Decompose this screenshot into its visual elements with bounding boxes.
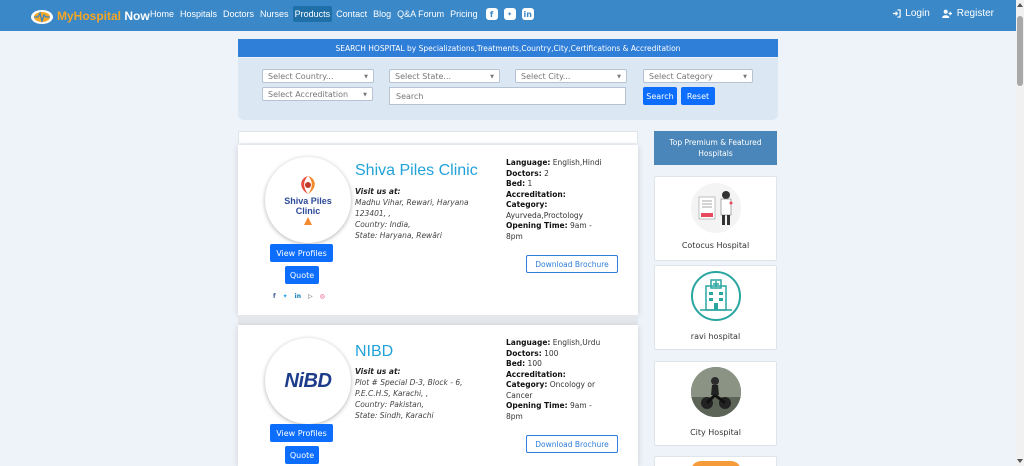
twitter-icon[interactable]: ✦ bbox=[283, 293, 288, 300]
card-separator bbox=[238, 315, 638, 325]
country-text: Country: India, bbox=[355, 220, 411, 229]
hospital-card: NiBD View Profiles Quote NIBD Visit us a… bbox=[238, 325, 638, 466]
featured-hospital-name: Cotocus Hospital bbox=[681, 241, 750, 250]
scroll-down-icon[interactable] bbox=[1017, 459, 1023, 463]
youtube-icon[interactable]: ▷ bbox=[308, 293, 313, 300]
register-label: Register bbox=[956, 8, 994, 19]
brand-name: MyHospital Now bbox=[57, 8, 150, 23]
address-text: Plot # Special D-3, Block - 6, P.E.C.H.S… bbox=[355, 378, 463, 398]
nav-links: Home Hospitals Doctors Nurses Products C… bbox=[148, 6, 540, 22]
hospital-social-links: f ✦ in ▷ ◎ bbox=[273, 293, 332, 300]
featured-hospital-card[interactable]: City Hospital bbox=[654, 361, 777, 446]
state-text: State: Haryana, Rewāri bbox=[355, 231, 442, 240]
select-city[interactable]: Select City... ▼ bbox=[515, 69, 627, 83]
hospital-address: Visit us at: Plot # Special D-3, Block -… bbox=[355, 366, 473, 421]
instagram-icon[interactable]: ◎ bbox=[320, 293, 325, 300]
featured-hospital-image bbox=[691, 461, 741, 466]
chevron-down-icon: ▼ bbox=[364, 74, 368, 80]
search-placeholder: Search bbox=[396, 91, 424, 101]
chevron-down-icon: ▼ bbox=[617, 74, 621, 80]
featured-hospital-card[interactable]: Cotocus Hospital bbox=[654, 176, 777, 261]
list-top-strip bbox=[238, 131, 638, 143]
twitter-icon[interactable]: ✦ bbox=[503, 8, 516, 20]
linkedin-icon[interactable]: in bbox=[521, 8, 534, 20]
hospital-building-icon bbox=[691, 271, 741, 321]
hospital-facts: Language: English,Hindi Doctors: 2 Bed: … bbox=[506, 158, 602, 241]
nav-nurses[interactable]: Nurses bbox=[258, 6, 291, 22]
logo-text-line1: Shiva Piles bbox=[284, 196, 332, 206]
shiva-logo-icon bbox=[301, 176, 315, 194]
select-state-label: Select State... bbox=[395, 71, 452, 81]
facebook-icon[interactable]: f bbox=[485, 8, 498, 20]
country-text: Country: Pakistan, bbox=[355, 400, 424, 409]
select-country-label: Select Country... bbox=[268, 71, 334, 81]
brand-logo[interactable]: MyHospital Now bbox=[30, 4, 150, 27]
nav-pricing[interactable]: Pricing bbox=[448, 6, 480, 22]
user-plus-icon bbox=[941, 9, 952, 18]
nav-doctors[interactable]: Doctors bbox=[221, 6, 256, 22]
hospital-logo[interactable]: Shiva Piles Clinic bbox=[265, 157, 351, 243]
featured-hospital-name: ravi hospital bbox=[690, 332, 741, 341]
nav-auth: Login Register bbox=[880, 8, 994, 19]
search-button[interactable]: Search bbox=[643, 87, 677, 105]
chevron-down-icon: ▼ bbox=[743, 74, 747, 80]
leaf-icon bbox=[304, 217, 312, 225]
select-category-label: Select Category bbox=[649, 71, 713, 81]
hospital-card: Shiva Piles Clinic View Profiles Quote f… bbox=[238, 145, 638, 315]
hospital-logo[interactable]: NiBD bbox=[265, 338, 351, 424]
chevron-down-icon: ▼ bbox=[363, 92, 367, 98]
featured-hospitals-title: Top Premium & Featured Hospitals bbox=[654, 131, 777, 165]
nav-social: f ✦ in bbox=[485, 8, 540, 20]
chevron-down-icon: ▼ bbox=[490, 74, 494, 80]
featured-hospital-card[interactable] bbox=[654, 456, 777, 466]
featured-hospital-name: City Hospital bbox=[690, 428, 741, 437]
nav-home[interactable]: Home bbox=[148, 6, 176, 22]
select-state[interactable]: Select State... ▼ bbox=[389, 69, 500, 83]
quote-button[interactable]: Quote bbox=[285, 266, 319, 284]
login-icon bbox=[893, 9, 901, 18]
select-accreditation[interactable]: Select Accreditation ▼ bbox=[262, 87, 373, 101]
view-profiles-button[interactable]: View Profiles bbox=[270, 244, 333, 262]
hospital-name-link[interactable]: Shiva Piles Clinic bbox=[355, 162, 478, 180]
select-category[interactable]: Select Category ▼ bbox=[643, 69, 753, 83]
logo-text-line2: Clinic bbox=[295, 206, 321, 216]
visit-label: Visit us at: bbox=[355, 187, 401, 196]
state-text: State: Sindh, Karachi bbox=[355, 411, 434, 420]
nav-products[interactable]: Products bbox=[292, 6, 333, 22]
scrollbar-thumb[interactable] bbox=[1017, 16, 1023, 86]
view-profiles-button[interactable]: View Profiles bbox=[270, 424, 333, 442]
nav-blog[interactable]: Blog bbox=[371, 6, 393, 22]
nav-hospitals[interactable]: Hospitals bbox=[178, 6, 219, 22]
search-header: SEARCH HOSPITAL by Specializations,Treat… bbox=[238, 39, 778, 57]
search-input[interactable]: Search bbox=[389, 87, 626, 105]
hospital-name-link[interactable]: NIBD bbox=[355, 343, 393, 361]
nav-qa-forum[interactable]: Q&A Forum bbox=[395, 6, 446, 22]
select-country[interactable]: Select Country... ▼ bbox=[262, 69, 374, 83]
scroll-up-icon[interactable] bbox=[1017, 3, 1023, 7]
hospital-facts: Language: English,Urdu Doctors: 100 Bed:… bbox=[506, 338, 601, 421]
download-brochure-button[interactable]: Download Brochure bbox=[526, 255, 618, 273]
reset-button[interactable]: Reset bbox=[681, 87, 715, 105]
hospital-address: Visit us at: Madhu Vihar, Rewari, Haryan… bbox=[355, 186, 473, 241]
search-panel: Select Country... ▼ Select State... ▼ Sele… bbox=[238, 58, 778, 120]
select-city-label: Select City... bbox=[521, 71, 571, 81]
nibd-logo-text: NiBD bbox=[284, 369, 332, 392]
logo-icon bbox=[31, 9, 53, 24]
nav-contact[interactable]: Contact bbox=[334, 6, 369, 22]
login-link[interactable]: Login bbox=[892, 8, 930, 19]
login-label: Login bbox=[905, 8, 930, 19]
download-brochure-button[interactable]: Download Brochure bbox=[526, 435, 618, 453]
top-navbar: MyHospital Now Home Hospitals Doctors Nu… bbox=[0, 0, 1016, 31]
address-text: Madhu Vihar, Rewari, Haryana 123401, , bbox=[355, 198, 469, 218]
visit-label: Visit us at: bbox=[355, 367, 401, 376]
quote-button[interactable]: Quote bbox=[285, 446, 319, 464]
featured-hospital-card[interactable]: ravi hospital bbox=[654, 265, 777, 350]
page-scrollbar[interactable] bbox=[1016, 0, 1024, 466]
select-accreditation-label: Select Accreditation bbox=[268, 89, 349, 99]
facebook-icon[interactable]: f bbox=[273, 293, 276, 300]
motorcycle-photo-icon bbox=[691, 367, 741, 417]
linkedin-icon[interactable]: in bbox=[295, 293, 301, 300]
register-link[interactable]: Register bbox=[941, 8, 994, 19]
doctor-illustration-icon bbox=[691, 183, 741, 233]
